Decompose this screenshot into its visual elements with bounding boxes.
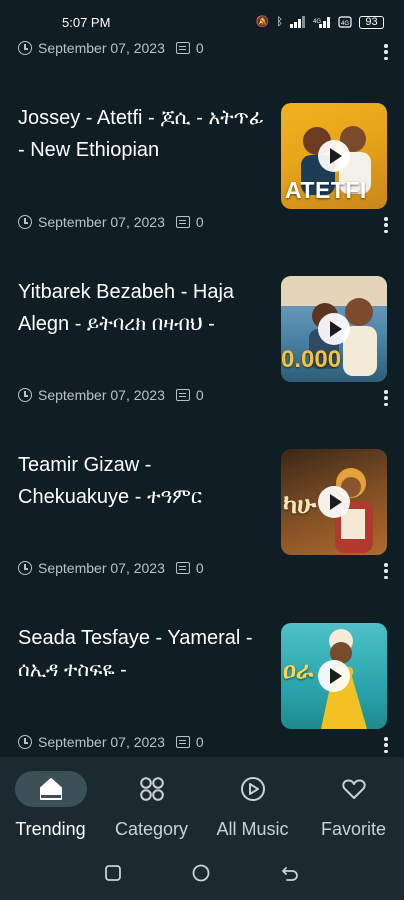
thumbnail-text: ዐራ [283, 657, 314, 684]
mute-icon: 🔕 [255, 15, 270, 28]
video-title[interactable]: Seada Tesfaye - Yameral - ሰኢዳ ተስፍዬ - [18, 622, 266, 686]
video-thumbnail[interactable]: ካሁ [281, 449, 387, 555]
comment-count: 0 [195, 734, 204, 750]
video-title[interactable]: Teamir Gizaw - Chekuakuye - ተዓምር [18, 449, 266, 513]
status-bar: 5:07 PM 🔕 ᛒ 4G 4G 93 [0, 0, 404, 44]
more-options-icon[interactable] [384, 563, 388, 579]
recents-icon[interactable] [104, 864, 122, 882]
video-title[interactable]: Jossey - Atetfi - ጆሲ - አትጥፊ - New Ethiop… [18, 102, 266, 166]
video-date: September 07, 2023 [38, 734, 165, 750]
video-date: September 07, 2023 [38, 214, 165, 230]
video-date: September 07, 2023 [38, 387, 165, 403]
nav-icon-container [14, 771, 87, 807]
video-meta: September 07, 2023 0 [18, 214, 204, 230]
thumbnail-text: 0.000 [281, 346, 342, 373]
grid-icon [139, 777, 164, 801]
nav-label: All Music [216, 819, 289, 839]
bottom-navigation: Trending Category All Music Favorite [0, 757, 404, 845]
play-icon[interactable] [318, 140, 350, 172]
nav-trending[interactable]: Trending [0, 757, 101, 845]
video-title[interactable]: Yitbarek Bezabeh - Haja Alegn - ይትባረክ በዛ… [18, 276, 266, 340]
comment-icon [175, 736, 190, 748]
play-circle-icon [240, 777, 265, 801]
more-options-icon[interactable] [384, 737, 388, 753]
heart-icon [341, 779, 366, 799]
comment-icon [175, 562, 190, 574]
more-options-icon[interactable] [384, 390, 388, 406]
more-options-icon[interactable] [384, 217, 388, 233]
nav-favorite[interactable]: Favorite [303, 757, 404, 845]
video-meta: September 07, 2023 0 [18, 387, 204, 403]
status-time: 5:07 PM [62, 14, 111, 30]
clock-icon [18, 561, 32, 575]
video-thumbnail[interactable]: ATETFI [281, 103, 387, 209]
signal-icon: 4G [313, 17, 330, 28]
comment-count: 0 [195, 560, 204, 576]
svg-text:4G: 4G [341, 21, 349, 27]
comment-count: 0 [195, 387, 204, 403]
system-navigation-bar [0, 845, 404, 900]
video-thumbnail[interactable]: ዐራ [281, 623, 387, 729]
play-icon[interactable] [318, 313, 350, 345]
video-date: September 07, 2023 [38, 560, 165, 576]
home-icon [39, 778, 62, 800]
signal-icon [290, 16, 305, 28]
video-list[interactable]: September 07, 2023 0 Jossey - Atetfi - ጆ… [0, 0, 404, 757]
video-meta: September 07, 2023 0 [18, 560, 204, 576]
comment-icon [175, 389, 190, 401]
video-meta: September 07, 2023 0 [18, 734, 204, 750]
thumbnail-text: ካሁ [283, 489, 317, 519]
nav-label: Trending [15, 819, 86, 839]
nav-label: Favorite [320, 819, 387, 839]
more-options-icon[interactable] [384, 44, 388, 60]
nav-category[interactable]: Category [101, 757, 202, 845]
nav-all-music[interactable]: All Music [202, 757, 303, 845]
play-icon[interactable] [318, 486, 350, 518]
clock-icon [18, 735, 32, 749]
comment-count: 0 [195, 214, 204, 230]
data-icon: 4G [338, 16, 352, 28]
status-icons: 🔕 ᛒ 4G 4G 93 [255, 15, 384, 29]
battery-icon: 93 [359, 15, 384, 29]
nav-label: Category [114, 819, 189, 839]
nav-icon-container [318, 771, 390, 807]
nav-icon-container [217, 771, 289, 807]
comment-icon [175, 216, 190, 228]
nav-icon-container [116, 771, 188, 807]
video-thumbnail[interactable]: 0.000 [281, 276, 387, 382]
clock-icon [18, 388, 32, 402]
svg-text:4G: 4G [313, 19, 321, 25]
back-icon[interactable] [280, 864, 300, 882]
clock-icon [18, 215, 32, 229]
thumbnail-text: ATETFI [285, 177, 367, 203]
play-icon[interactable] [318, 660, 350, 692]
battery-level: 93 [365, 15, 378, 28]
home-button-icon[interactable] [191, 863, 211, 883]
bluetooth-icon: ᛒ [276, 15, 283, 28]
